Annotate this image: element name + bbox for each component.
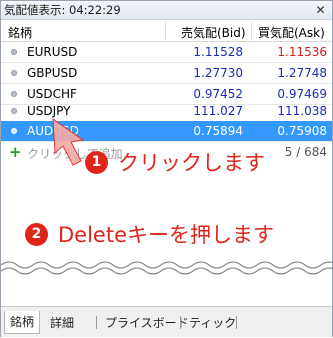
step-text: クリックします bbox=[118, 151, 265, 175]
step-number-badge: 2 bbox=[25, 222, 48, 246]
tab-divider bbox=[96, 316, 97, 329]
tab-ticks[interactable]: ティック bbox=[189, 312, 236, 332]
tab-divider bbox=[180, 316, 181, 329]
torn-edge-divider bbox=[1, 261, 333, 275]
instruction-step-2: 2 Deleteキーを押します bbox=[25, 219, 274, 249]
instruction-step-1: 1 クリックします bbox=[85, 147, 265, 177]
bottom-tab-bar: 銘柄 詳細 プライスボード ティック bbox=[1, 306, 332, 337]
tab-symbols[interactable]: 銘柄 bbox=[4, 311, 41, 334]
step-text: Deleteキーを押します bbox=[58, 223, 274, 247]
market-watch-window: 気配値表示: 04:22:29 ✕ 銘柄 売気配(Bid) 買気配(Ask) E… bbox=[0, 0, 333, 337]
step-number-badge: 1 bbox=[85, 150, 108, 174]
tab-details[interactable]: 詳細 bbox=[50, 312, 74, 332]
tab-price-board[interactable]: プライスボード bbox=[105, 312, 189, 332]
tab-divider bbox=[236, 316, 237, 329]
